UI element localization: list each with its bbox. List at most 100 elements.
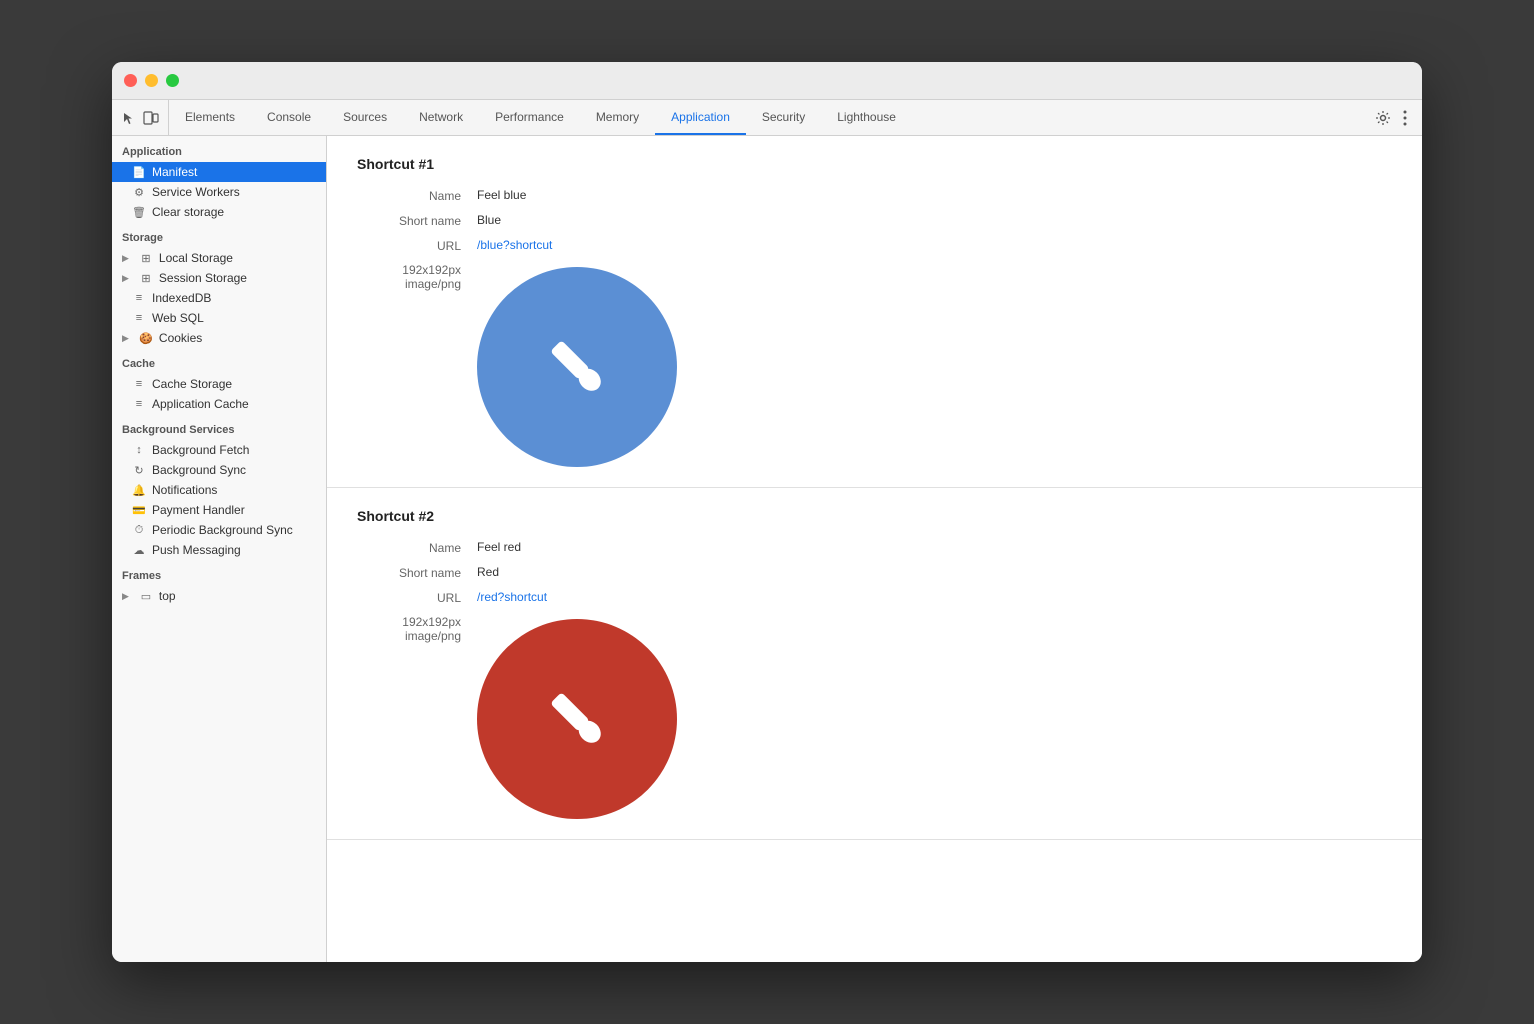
top-icon: ▭ (139, 590, 153, 603)
payment-handler-icon: 💳 (132, 504, 146, 517)
shortcut-1-field-url: URL/blue?shortcut (357, 238, 1392, 253)
field-label: Short name (357, 565, 477, 580)
tab-application[interactable]: Application (655, 100, 746, 135)
cache-storage-label: Cache Storage (152, 377, 232, 391)
sidebar-item-manifest[interactable]: 📄 Manifest (112, 162, 326, 182)
local-storage-label: Local Storage (159, 251, 233, 265)
shortcut-2-title: Shortcut #2 (357, 508, 1392, 524)
shortcut-2-image-row: 192x192pximage/png (357, 615, 1392, 819)
tab-list: ElementsConsoleSourcesNetworkPerformance… (169, 100, 912, 135)
content-area: Shortcut #1NameFeel blueShort nameBlueUR… (327, 136, 1422, 962)
shortcut-1-image-row: 192x192pximage/png (357, 263, 1392, 467)
background-fetch-label: Background Fetch (152, 443, 249, 457)
cookies-label: Cookies (159, 331, 202, 345)
manifest-icon: 📄 (132, 166, 146, 179)
sidebar-item-web-sql[interactable]: ≡ Web SQL (112, 308, 326, 328)
device-toggle-icon[interactable] (142, 109, 160, 127)
sidebar-item-background-sync[interactable]: ↻ Background Sync (112, 460, 326, 480)
payment-handler-label: Payment Handler (152, 503, 245, 517)
sidebar-item-local-storage[interactable]: ▶⊞Local Storage (112, 248, 326, 268)
cookies-icon: 🍪 (139, 332, 153, 345)
top-label: top (159, 589, 176, 603)
shortcut-2-image-preview (477, 619, 677, 819)
shortcut-1-field-name: NameFeel blue (357, 188, 1392, 203)
sidebar-section-application: Application (112, 136, 326, 162)
field-value[interactable]: /red?shortcut (477, 590, 547, 604)
sidebar-item-periodic-background-sync[interactable]: ⏱ Periodic Background Sync (112, 520, 326, 540)
field-value: Feel blue (477, 188, 526, 202)
push-messaging-icon: ☁ (132, 544, 146, 557)
sidebar-item-session-storage[interactable]: ▶⊞Session Storage (112, 268, 326, 288)
periodic-background-sync-label: Periodic Background Sync (152, 523, 293, 537)
tab-elements[interactable]: Elements (169, 100, 251, 135)
toolbar-end (1366, 100, 1422, 135)
tab-sources[interactable]: Sources (327, 100, 403, 135)
session-storage-icon: ⊞ (139, 272, 153, 285)
periodic-background-sync-icon: ⏱ (132, 524, 146, 537)
tab-memory[interactable]: Memory (580, 100, 655, 135)
sidebar-item-indexeddb[interactable]: ≡ IndexedDB (112, 288, 326, 308)
tab-performance[interactable]: Performance (479, 100, 580, 135)
web-sql-label: Web SQL (152, 311, 204, 325)
field-value: Red (477, 565, 499, 579)
field-label: Short name (357, 213, 477, 228)
tab-lighthouse[interactable]: Lighthouse (821, 100, 912, 135)
service-workers-label: Service Workers (152, 185, 240, 199)
sidebar-item-push-messaging[interactable]: ☁ Push Messaging (112, 540, 326, 560)
sidebar-item-notifications[interactable]: 🔔Notifications (112, 480, 326, 500)
close-button[interactable] (124, 74, 137, 87)
shortcut-2-field-url: URL/red?shortcut (357, 590, 1392, 605)
manifest-label: Manifest (152, 165, 197, 179)
shortcut-2-field-short-name: Short nameRed (357, 565, 1392, 580)
shortcut-1-field-short-name: Short nameBlue (357, 213, 1392, 228)
main-area: Application 📄 Manifest ⚙Service Workers 🗑 Cle… (112, 136, 1422, 962)
indexeddb-label: IndexedDB (152, 291, 211, 305)
field-label: Name (357, 188, 477, 203)
sidebar-item-cache-storage[interactable]: ≡ Cache Storage (112, 374, 326, 394)
maximize-button[interactable] (166, 74, 179, 87)
sidebar-section-cache: Cache (112, 348, 326, 374)
sidebar-item-application-cache[interactable]: ≡ Application Cache (112, 394, 326, 414)
sidebar-item-payment-handler[interactable]: 💳 Payment Handler (112, 500, 326, 520)
settings-icon[interactable] (1374, 109, 1392, 127)
tab-network[interactable]: Network (403, 100, 479, 135)
tab-security[interactable]: Security (746, 100, 821, 135)
field-label: URL (357, 238, 477, 253)
clear-storage-icon: 🗑 (132, 206, 146, 219)
session-storage-label: Session Storage (159, 271, 247, 285)
shortcut-1-image-label: 192x192pximage/png (357, 263, 477, 291)
tab-console[interactable]: Console (251, 100, 327, 135)
more-options-icon[interactable] (1396, 109, 1414, 127)
notifications-label: Notifications (152, 483, 217, 497)
shortcut-1: Shortcut #1NameFeel blueShort nameBlueUR… (327, 136, 1422, 488)
devtools-window: ElementsConsoleSourcesNetworkPerformance… (112, 62, 1422, 962)
cache-storage-icon: ≡ (132, 378, 146, 390)
background-fetch-icon: ↕ (132, 444, 146, 456)
sidebar-section-frames: Frames (112, 560, 326, 586)
push-messaging-label: Push Messaging (152, 543, 241, 557)
cursor-icon[interactable] (120, 109, 138, 127)
indexeddb-icon: ≡ (132, 292, 146, 304)
sidebar-item-cookies[interactable]: ▶🍪Cookies (112, 328, 326, 348)
devtools-toolbar: ElementsConsoleSourcesNetworkPerformance… (112, 100, 1422, 136)
toolbar-icons (112, 100, 169, 135)
sidebar-item-clear-storage[interactable]: 🗑 Clear storage (112, 202, 326, 222)
minimize-button[interactable] (145, 74, 158, 87)
traffic-lights (124, 74, 179, 87)
shortcut-1-image-preview (477, 267, 677, 467)
background-sync-label: Background Sync (152, 463, 246, 477)
sidebar-item-background-fetch[interactable]: ↕ Background Fetch (112, 440, 326, 460)
sidebar: Application 📄 Manifest ⚙Service Workers 🗑 Cle… (112, 136, 327, 962)
application-cache-label: Application Cache (152, 397, 249, 411)
devtools-panel: ElementsConsoleSourcesNetworkPerformance… (112, 100, 1422, 962)
clear-storage-label: Clear storage (152, 205, 224, 219)
sidebar-item-service-workers[interactable]: ⚙Service Workers (112, 182, 326, 202)
sidebar-item-top[interactable]: ▶▭top (112, 586, 326, 606)
sidebar-section-background-services: Background Services (112, 414, 326, 440)
web-sql-icon: ≡ (132, 312, 146, 324)
sidebar-section-storage: Storage (112, 222, 326, 248)
background-sync-icon: ↻ (132, 464, 146, 477)
application-cache-icon: ≡ (132, 398, 146, 410)
field-value: Feel red (477, 540, 521, 554)
field-value[interactable]: /blue?shortcut (477, 238, 552, 252)
